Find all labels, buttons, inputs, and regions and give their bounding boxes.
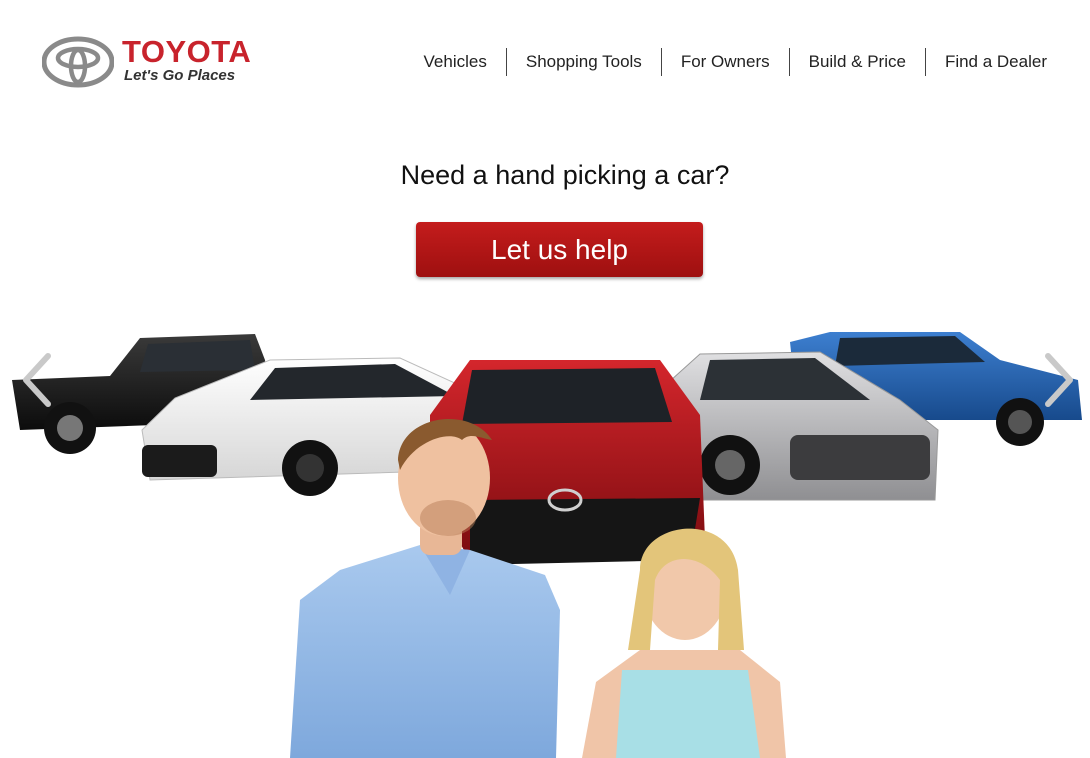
nav-for-owners[interactable]: For Owners — [662, 46, 789, 78]
chevron-right-icon — [1045, 353, 1073, 407]
carousel-prev-button[interactable] — [16, 350, 56, 410]
woman-shopper — [582, 528, 786, 758]
nav-vehicles[interactable]: Vehicles — [405, 46, 506, 78]
nav-build-price[interactable]: Build & Price — [790, 46, 925, 78]
nav-shopping-tools[interactable]: Shopping Tools — [507, 46, 661, 78]
toyota-emblem-icon — [42, 36, 114, 88]
carousel-next-button[interactable] — [1040, 350, 1080, 410]
brand-name: TOYOTA — [122, 34, 252, 69]
main-nav: Vehicles Shopping Tools For Owners Build… — [405, 46, 1066, 78]
vehicle-lineup-image — [12, 332, 1082, 758]
toyota-logo[interactable]: TOYOTA Let's Go Places — [42, 36, 272, 92]
brand-tagline: Let's Go Places — [124, 67, 236, 84]
let-us-help-button[interactable]: Let us help — [416, 222, 703, 277]
vehicle-carousel — [0, 320, 1090, 758]
hero-headline: Need a hand picking a car? — [400, 160, 730, 190]
nav-find-dealer[interactable]: Find a Dealer — [926, 46, 1066, 78]
chevron-left-icon — [23, 353, 51, 407]
